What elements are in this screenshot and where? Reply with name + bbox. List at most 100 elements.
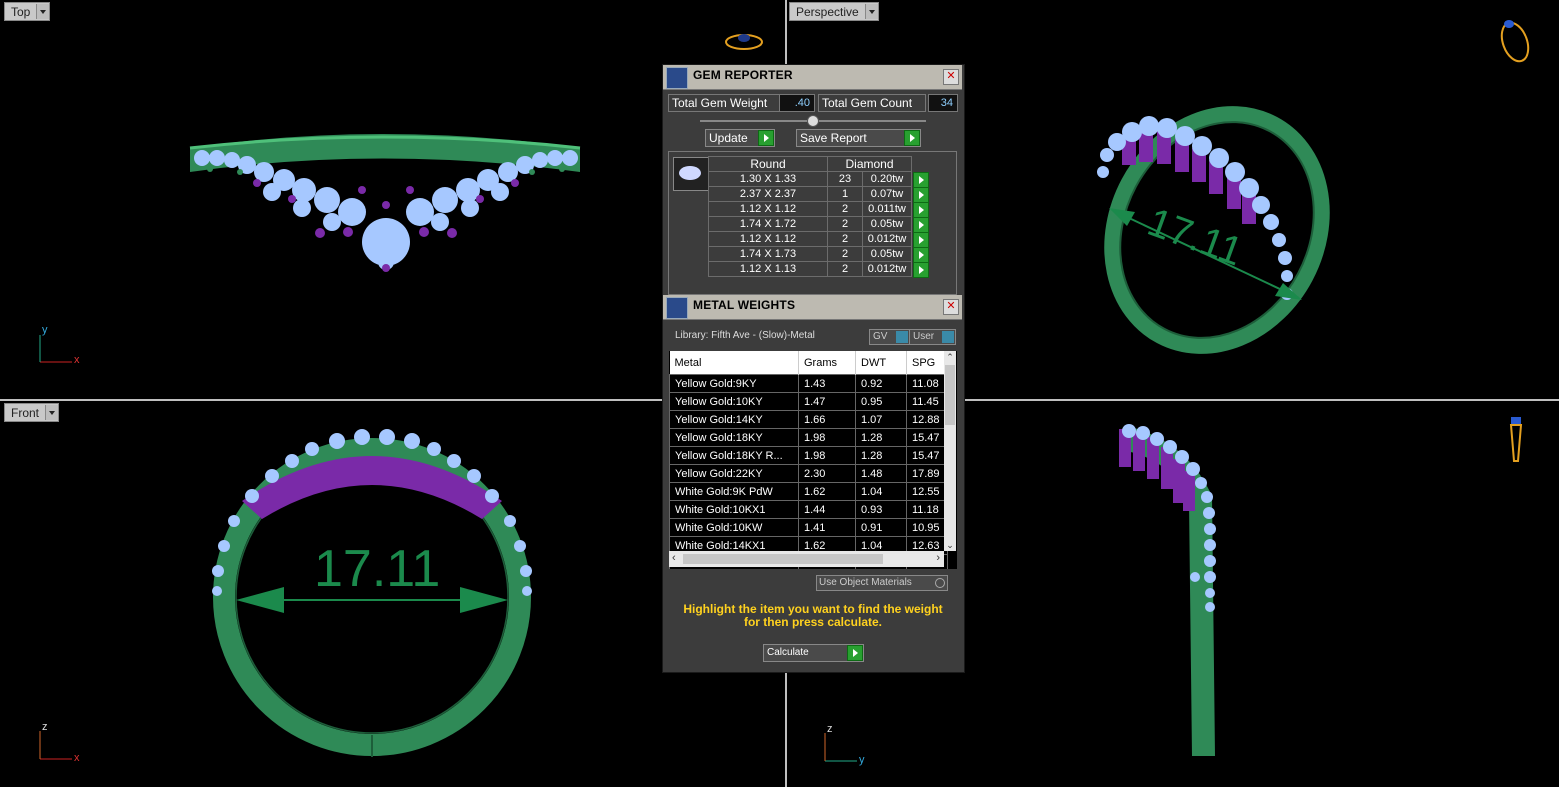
gem-size: 1.74 X 1.72: [708, 216, 828, 232]
play-icon: [904, 130, 920, 146]
gem-row[interactable]: 1.12 X 1.12 2 0.011tw: [708, 201, 929, 218]
gem-table: Round Diamond 1.30 X 1.33 23 0.20tw 2.37 X…: [708, 156, 929, 278]
scrollbar-thumb[interactable]: [683, 554, 883, 564]
metal-weights-titlebar[interactable]: METAL WEIGHTS ✕: [663, 295, 962, 320]
update-button[interactable]: Update: [705, 129, 775, 147]
gem-row[interactable]: 1.74 X 1.73 2 0.05tw: [708, 246, 929, 263]
metal-spg: 17.89: [906, 464, 948, 483]
toggle-icon: [942, 331, 954, 343]
metal-row[interactable]: Yellow Gold:18KY R... 1.98 1.28 15.47: [669, 446, 948, 465]
gem-row[interactable]: 1.12 X 1.12 2 0.012tw: [708, 231, 929, 248]
metal-spg: 11.08: [906, 374, 948, 393]
metal-spg: 12.88: [906, 410, 948, 429]
gem-reporter-titlebar[interactable]: GEM REPORTER ✕: [663, 65, 962, 90]
metal-name: Yellow Gold:10KY: [669, 392, 799, 411]
metal-name: Yellow Gold:14KY: [669, 410, 799, 429]
metal-spg: 12.55: [906, 482, 948, 501]
gem-row-go-icon[interactable]: [913, 186, 929, 203]
metal-grams: 1.98: [798, 446, 856, 465]
gem-row-go-icon[interactable]: [913, 246, 929, 263]
gem-row[interactable]: 1.74 X 1.72 2 0.05tw: [708, 216, 929, 233]
dwt-column-header[interactable]: DWT: [855, 351, 907, 375]
chevron-right-icon[interactable]: ›: [936, 552, 940, 564]
total-gem-weight-value: .40: [779, 94, 815, 112]
axis-z-label: z: [827, 723, 833, 735]
save-report-button-label: Save Report: [800, 131, 867, 145]
chevron-up-icon[interactable]: ⌃: [944, 351, 956, 363]
metal-row[interactable]: Yellow Gold:14KY 1.66 1.07 12.88: [669, 410, 948, 429]
gem-row[interactable]: 2.37 X 2.37 1 0.07tw: [708, 186, 929, 203]
play-icon: [847, 645, 863, 661]
use-object-materials-toggle[interactable]: Use Object Materials: [816, 575, 948, 591]
gem-size: 1.12 X 1.12: [708, 201, 828, 217]
metal-row[interactable]: White Gold:10KX1 1.44 0.93 11.18: [669, 500, 948, 519]
gem-reporter-panel: GEM REPORTER ✕ Total Gem Weight .40 Tota…: [662, 64, 965, 673]
metal-list-hscrollbar[interactable]: ‹ ›: [669, 551, 944, 567]
metal-list[interactable]: Metal Grams DWT SPG Yellow Gold:9KY 1.43 0…: [669, 351, 957, 569]
gem-shape-header: Round: [708, 156, 828, 172]
metal-dwt: 1.28: [855, 446, 907, 465]
spg-column-header[interactable]: SPG: [906, 351, 948, 375]
metal-row[interactable]: Yellow Gold:18KY 1.98 1.28 15.47: [669, 428, 948, 447]
metal-list-vscrollbar[interactable]: ⌃ ⌄: [944, 351, 956, 551]
gem-reporter-title: GEM REPORTER: [693, 68, 793, 82]
metal-name: White Gold:10KX1: [669, 500, 799, 519]
metal-dwt: 0.93: [855, 500, 907, 519]
metal-row[interactable]: Yellow Gold:9KY 1.43 0.92 11.08: [669, 374, 948, 393]
gem-weight: 0.012tw: [862, 261, 912, 277]
gem-size: 1.74 X 1.73: [708, 246, 828, 262]
axis-y-label: y: [42, 324, 48, 336]
axis-z-label: z: [42, 721, 48, 733]
gem-row-go-icon[interactable]: [913, 231, 929, 248]
gem-row[interactable]: 1.30 X 1.33 23 0.20tw: [708, 171, 929, 188]
gem-row-go-icon[interactable]: [913, 216, 929, 233]
chevron-left-icon[interactable]: ‹: [672, 552, 676, 564]
total-gem-count-label: Total Gem Count: [818, 94, 926, 112]
gem-shape-thumbnail[interactable]: [673, 157, 709, 191]
gem-row[interactable]: 1.12 X 1.13 2 0.012tw: [708, 261, 929, 278]
axis-y-label: y: [859, 754, 865, 766]
grams-column-header[interactable]: Grams: [798, 351, 856, 375]
close-icon[interactable]: ✕: [943, 299, 959, 315]
metal-row[interactable]: White Gold:10KW 1.41 0.91 10.95: [669, 518, 948, 537]
metal-weights-title: METAL WEIGHTS: [693, 298, 796, 312]
metal-grams: 1.66: [798, 410, 856, 429]
metal-dwt: 1.28: [855, 428, 907, 447]
metal-dwt: 0.95: [855, 392, 907, 411]
metal-spg: 11.45: [906, 392, 948, 411]
metal-table: Metal Grams DWT SPG Yellow Gold:9KY 1.43 0…: [669, 351, 948, 569]
gem-size: 1.30 X 1.33: [708, 171, 828, 187]
front-dimension-text: 17.11: [314, 540, 441, 598]
save-report-button[interactable]: Save Report: [796, 129, 921, 147]
metal-grams: 2.30: [798, 464, 856, 483]
user-toggle[interactable]: User: [909, 329, 956, 345]
metal-spg: 11.18: [906, 500, 948, 519]
update-button-label: Update: [709, 131, 748, 145]
gem-row-go-icon[interactable]: [913, 261, 929, 278]
metal-grams: 1.41: [798, 518, 856, 537]
metal-row[interactable]: Yellow Gold:22KY 2.30 1.48 17.89: [669, 464, 948, 483]
gem-row-go-icon[interactable]: [913, 171, 929, 188]
metal-row[interactable]: White Gold:9K PdW 1.62 1.04 12.55: [669, 482, 948, 501]
metal-weights-icon: [666, 297, 688, 319]
splitter-handle-icon[interactable]: [807, 115, 819, 127]
gem-row-go-icon[interactable]: [913, 201, 929, 218]
instruction-text: Highlight the item you want to find the …: [683, 602, 943, 629]
metal-column-header[interactable]: Metal: [669, 351, 799, 375]
library-label: Library: Fifth Ave - (Slow)-Metal: [675, 330, 815, 341]
radio-icon: [935, 578, 945, 588]
use-object-materials-label: Use Object Materials: [819, 577, 912, 588]
gv-toggle[interactable]: GV: [869, 329, 910, 345]
gem-count: 2: [827, 201, 863, 217]
close-icon[interactable]: ✕: [943, 69, 959, 85]
axis-x-label: x: [74, 354, 80, 366]
metal-grams: 1.62: [798, 482, 856, 501]
calculate-button[interactable]: Calculate: [763, 644, 864, 662]
chevron-down-icon[interactable]: ⌄: [944, 539, 956, 551]
gem-type-header: Diamond: [827, 156, 912, 172]
metal-row[interactable]: Yellow Gold:10KY 1.47 0.95 11.45: [669, 392, 948, 411]
metal-name: White Gold:9K PdW: [669, 482, 799, 501]
metal-grams: 1.44: [798, 500, 856, 519]
gem-weight: 0.05tw: [862, 216, 912, 232]
scrollbar-thumb[interactable]: [945, 365, 955, 425]
